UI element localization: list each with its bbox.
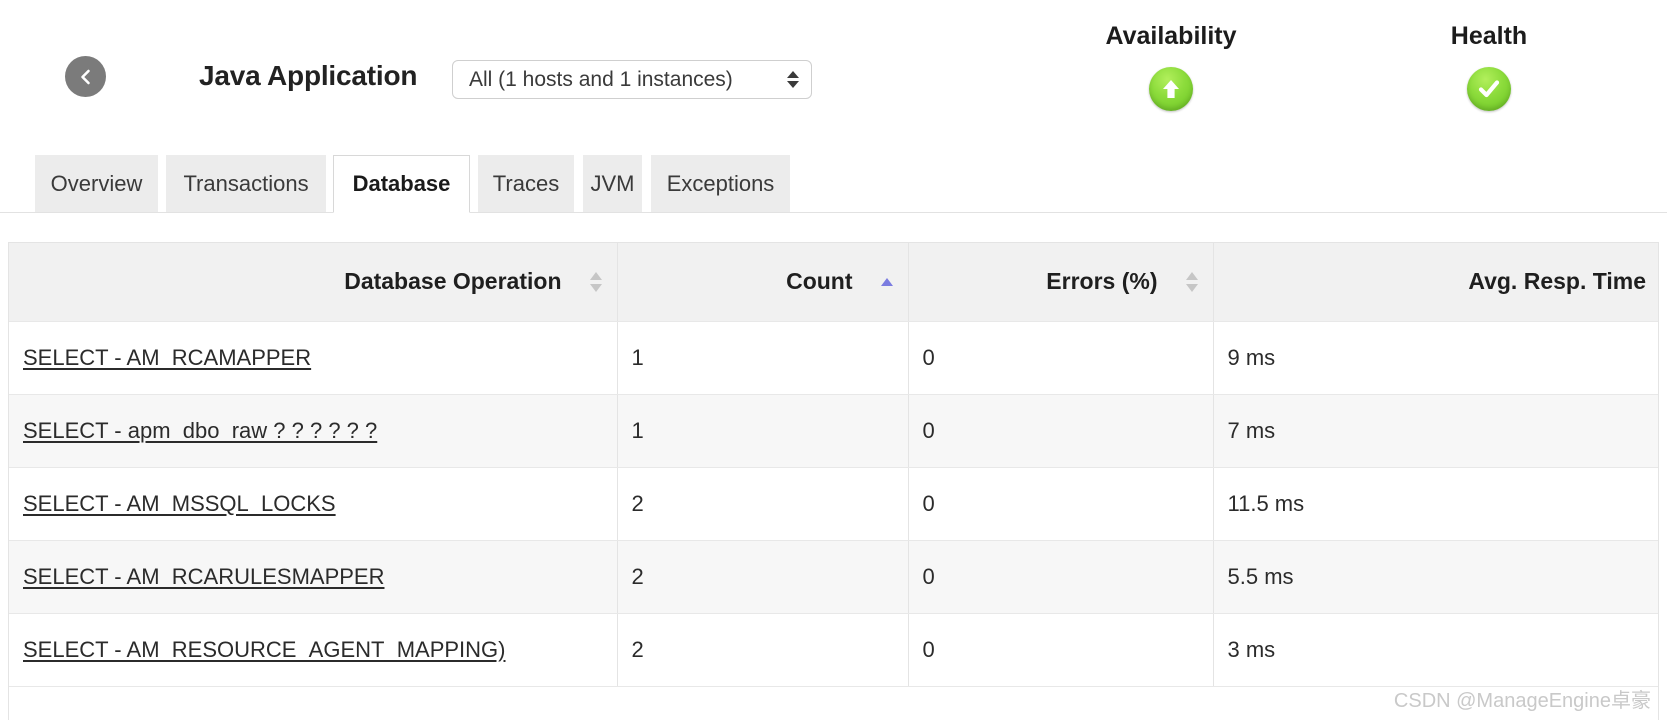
cell-avg-resp-time: 3 ms (1213, 613, 1658, 687)
cell-avg-resp-time: 11.5 ms (1213, 467, 1658, 541)
cell-database-operation: SELECT - AM_RESOURCE_AGENT_MAPPING) (9, 613, 618, 687)
database-operation-link[interactable]: SELECT - AM_RCAMAPPER (23, 345, 311, 370)
health-label: Health (1450, 22, 1528, 50)
column-header-errors[interactable]: Errors (%) (908, 243, 1214, 322)
instance-selector[interactable]: All (1 hosts and 1 instances) (452, 60, 812, 99)
page-header: Java Application All (1 hosts and 1 inst… (0, 0, 1667, 140)
availability-status-icon (1149, 67, 1193, 111)
cell-errors: 0 (908, 394, 1214, 468)
updown-stepper-icon[interactable] (785, 71, 801, 88)
cell-avg-resp-time: 7 ms (1213, 394, 1658, 468)
cell-errors: 0 (908, 540, 1214, 614)
cell-database-operation: SELECT - AM_RCAMAPPER (9, 321, 618, 395)
tab-transactions[interactable]: Transactions (166, 155, 326, 212)
table-row[interactable]: SELECT - AM_RCAMAPPER 1 0 9 ms (9, 321, 1658, 395)
cell-count: 2 (617, 540, 909, 614)
table-row[interactable]: SELECT - AM_RESOURCE_AGENT_MAPPING) 2 0 … (9, 613, 1658, 687)
cell-errors: 0 (908, 321, 1214, 395)
column-header-count-label: Count (786, 268, 853, 295)
cell-count: 1 (617, 321, 909, 395)
tab-jvm[interactable]: JVM (583, 155, 642, 212)
cell-errors: 0 (908, 467, 1214, 541)
health-metric: Health (1392, 24, 1586, 111)
back-button[interactable] (65, 56, 106, 97)
tab-database[interactable]: Database (333, 155, 470, 213)
cell-database-operation: SELECT - AM_RCARULESMAPPER (9, 540, 618, 614)
table-body: SELECT - AM_RCAMAPPER 1 0 9 ms SELECT - … (9, 321, 1658, 687)
tab-exceptions[interactable]: Exceptions (651, 155, 790, 212)
tab-database-label: Database (352, 171, 451, 196)
chevron-left-icon (76, 67, 96, 87)
tab-overview[interactable]: Overview (35, 155, 158, 212)
column-header-avg-resp-time[interactable]: Avg. Resp. Time (1213, 243, 1658, 322)
instance-selector-value: All (1 hosts and 1 instances) (469, 67, 733, 91)
cell-count: 2 (617, 467, 909, 541)
tab-overview-label: Overview (50, 170, 143, 196)
table-row[interactable]: SELECT - AM_RCARULESMAPPER 2 0 5.5 ms (9, 540, 1658, 614)
cell-count: 1 (617, 394, 909, 468)
database-operation-link[interactable]: SELECT - AM_RESOURCE_AGENT_MAPPING) (23, 637, 506, 662)
table-row[interactable]: SELECT - AM_MSSQL_LOCKS 2 0 11.5 ms (9, 467, 1658, 541)
column-header-database-operation[interactable]: Database Operation (9, 243, 618, 322)
cell-avg-resp-time: 9 ms (1213, 321, 1658, 395)
database-operations-table: Database Operation Count Errors (%) Avg.… (9, 243, 1658, 687)
cell-errors: 0 (908, 613, 1214, 687)
availability-metric: Availability (1066, 24, 1276, 111)
cell-database-operation: SELECT - apm_dbo_raw ? ? ? ? ? ? (9, 394, 618, 468)
database-operation-link[interactable]: SELECT - apm_dbo_raw ? ? ? ? ? ? (23, 418, 377, 443)
tab-jvm-label: JVM (590, 170, 635, 196)
column-header-count[interactable]: Count (617, 243, 909, 322)
sort-both-icon[interactable] (1186, 267, 1199, 297)
sort-asc-icon[interactable] (881, 267, 894, 297)
cell-avg-resp-time: 5.5 ms (1213, 540, 1658, 614)
table-header: Database Operation Count Errors (%) Avg.… (9, 243, 1658, 322)
health-status-icon (1467, 67, 1511, 111)
database-operation-link[interactable]: SELECT - AM_RCARULESMAPPER (23, 564, 384, 589)
column-header-avg-resp-time-label: Avg. Resp. Time (1468, 268, 1646, 295)
tab-exceptions-label: Exceptions (666, 170, 775, 196)
sort-both-icon[interactable] (590, 267, 603, 297)
cell-count: 2 (617, 613, 909, 687)
apm-application-page: Java Application All (1 hosts and 1 inst… (0, 0, 1667, 727)
tab-bar: Overview Transactions Database Traces JV… (0, 155, 1667, 213)
tab-transactions-label: Transactions (183, 170, 309, 196)
tab-traces-label: Traces (492, 170, 560, 196)
availability-label: Availability (1105, 22, 1237, 50)
tab-traces[interactable]: Traces (478, 155, 574, 212)
column-header-database-operation-label: Database Operation (344, 268, 562, 295)
database-operation-link[interactable]: SELECT - AM_MSSQL_LOCKS (23, 491, 336, 516)
table-row[interactable]: SELECT - apm_dbo_raw ? ? ? ? ? ? 1 0 7 m… (9, 394, 1658, 468)
database-operations-table-container: Database Operation Count Errors (%) Avg.… (8, 242, 1659, 720)
page-title: Java Application (199, 60, 418, 91)
cell-database-operation: SELECT - AM_MSSQL_LOCKS (9, 467, 618, 541)
column-header-errors-label: Errors (%) (1046, 268, 1158, 295)
table-header-row: Database Operation Count Errors (%) Avg.… (9, 243, 1658, 322)
